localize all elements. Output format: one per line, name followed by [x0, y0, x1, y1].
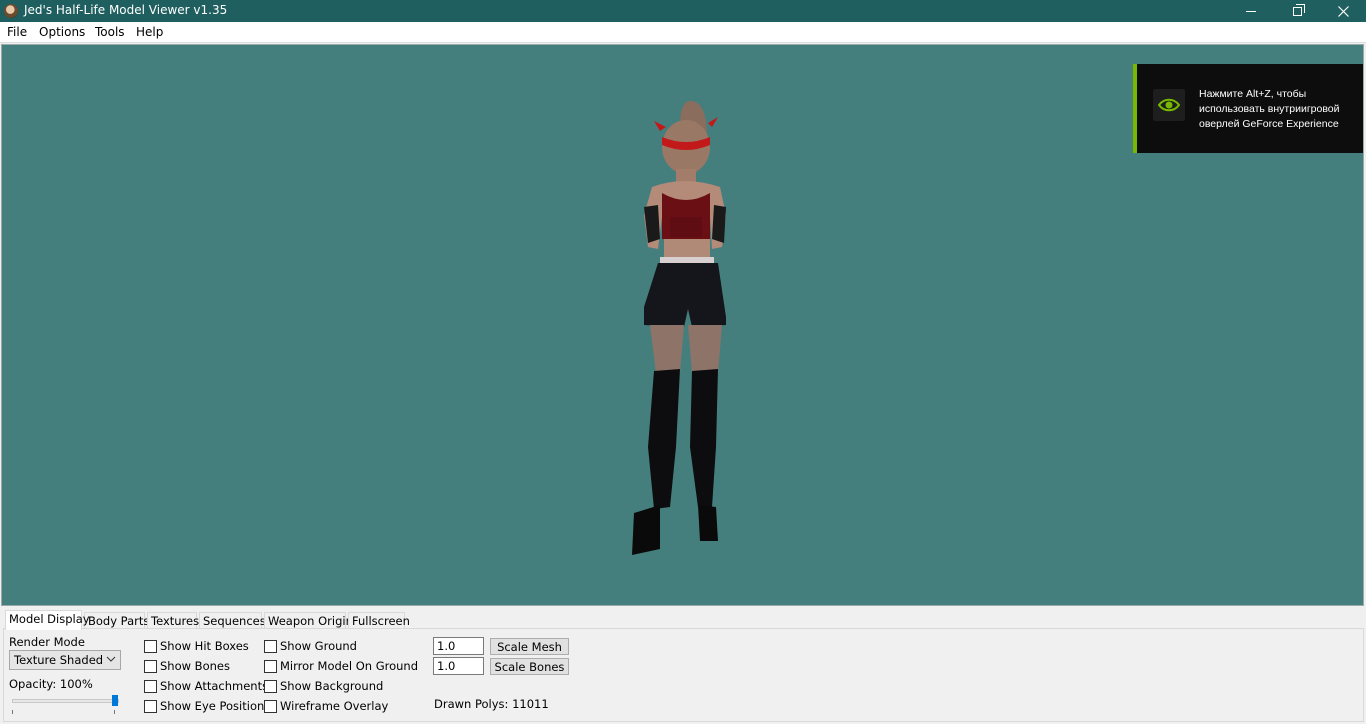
geforce-overlay-notification: Нажмите Alt+Z, чтобы использовать внутри…: [1133, 64, 1363, 153]
menu-help[interactable]: Help: [136, 25, 163, 39]
overlay-line-3: оверлей GeForce Experience: [1199, 118, 1339, 130]
checkbox-label: Show Hit Boxes: [160, 639, 249, 653]
scale-bones-input[interactable]: 1.0: [433, 657, 484, 675]
menu-bar: File Options Tools Help: [0, 22, 1366, 43]
overlay-line-1: Нажмите Alt+Z, чтобы: [1199, 88, 1307, 100]
tab-sequences[interactable]: Sequences: [199, 612, 266, 629]
tab-body-parts[interactable]: Body Parts: [84, 612, 149, 629]
checkbox-box[interactable]: [264, 700, 277, 713]
menu-file[interactable]: File: [7, 25, 27, 39]
checkbox-box[interactable]: [264, 640, 277, 653]
minimize-button[interactable]: [1228, 0, 1274, 22]
window-title: Jed's Half-Life Model Viewer v1.35: [24, 3, 228, 17]
checkbox-box[interactable]: [144, 700, 157, 713]
checkbox-label: Show Attachments: [160, 679, 269, 693]
render-mode-label: Render Mode: [9, 635, 85, 649]
model-viewport[interactable]: Нажмите Alt+Z, чтобы использовать внутри…: [1, 44, 1364, 606]
slider-tick: [12, 710, 13, 714]
overlay-line-2: использовать внутриигровой: [1199, 103, 1340, 115]
scale-mesh-input[interactable]: 1.0: [433, 637, 484, 655]
checkbox-box[interactable]: [264, 660, 277, 673]
menu-options[interactable]: Options: [39, 25, 85, 39]
tab-weapon-origin[interactable]: Weapon Origin: [264, 612, 353, 629]
menu-tools[interactable]: Tools: [95, 25, 125, 39]
checkbox-box[interactable]: [144, 680, 157, 693]
drawn-polys-readout: Drawn Polys: 11011: [434, 697, 549, 711]
checkbox-label: Wireframe Overlay: [280, 699, 389, 713]
checkbox-box[interactable]: [144, 640, 157, 653]
tab-model-display[interactable]: Model Display: [5, 610, 90, 630]
slider-tick: [114, 710, 115, 714]
render-mode-select[interactable]: Texture Shaded: [9, 650, 121, 670]
scale-bones-button[interactable]: Scale Bones: [490, 658, 569, 675]
minimize-icon: [1246, 10, 1256, 12]
overlay-message: Нажмите Alt+Z, чтобы использовать внутри…: [1199, 87, 1363, 132]
checkbox-label: Show Bones: [160, 659, 230, 673]
checkbox-label: Show Eye Position: [160, 699, 265, 713]
restore-button[interactable]: [1274, 0, 1320, 22]
checkbox-label: Show Background: [280, 679, 384, 693]
tab-textures[interactable]: Textures: [147, 612, 199, 629]
opacity-slider-thumb[interactable]: [112, 695, 118, 706]
checkbox-box[interactable]: [144, 660, 157, 673]
app-icon[interactable]: [4, 4, 18, 18]
chevron-down-icon: [106, 656, 116, 662]
character-model: [632, 100, 726, 555]
render-mode-value: Texture Shaded: [14, 653, 104, 667]
checkbox-label: Mirror Model On Ground: [280, 659, 419, 673]
nvidia-icon: [1153, 89, 1185, 121]
tab-fullscreen[interactable]: Fullscreen: [348, 612, 410, 629]
checkbox-label: Show Ground: [280, 639, 357, 653]
close-icon: [1337, 5, 1349, 17]
scale-mesh-button[interactable]: Scale Mesh: [490, 638, 569, 655]
restore-icon: [1292, 3, 1305, 16]
opacity-label: Opacity: 100%: [9, 677, 93, 691]
checkbox-box[interactable]: [264, 680, 277, 693]
opacity-slider-track[interactable]: [12, 699, 119, 703]
title-bar: Jed's Half-Life Model Viewer v1.35: [0, 0, 1366, 22]
control-panel: Model Display Body Parts Textures Sequen…: [0, 607, 1366, 724]
close-button[interactable]: [1320, 0, 1366, 22]
